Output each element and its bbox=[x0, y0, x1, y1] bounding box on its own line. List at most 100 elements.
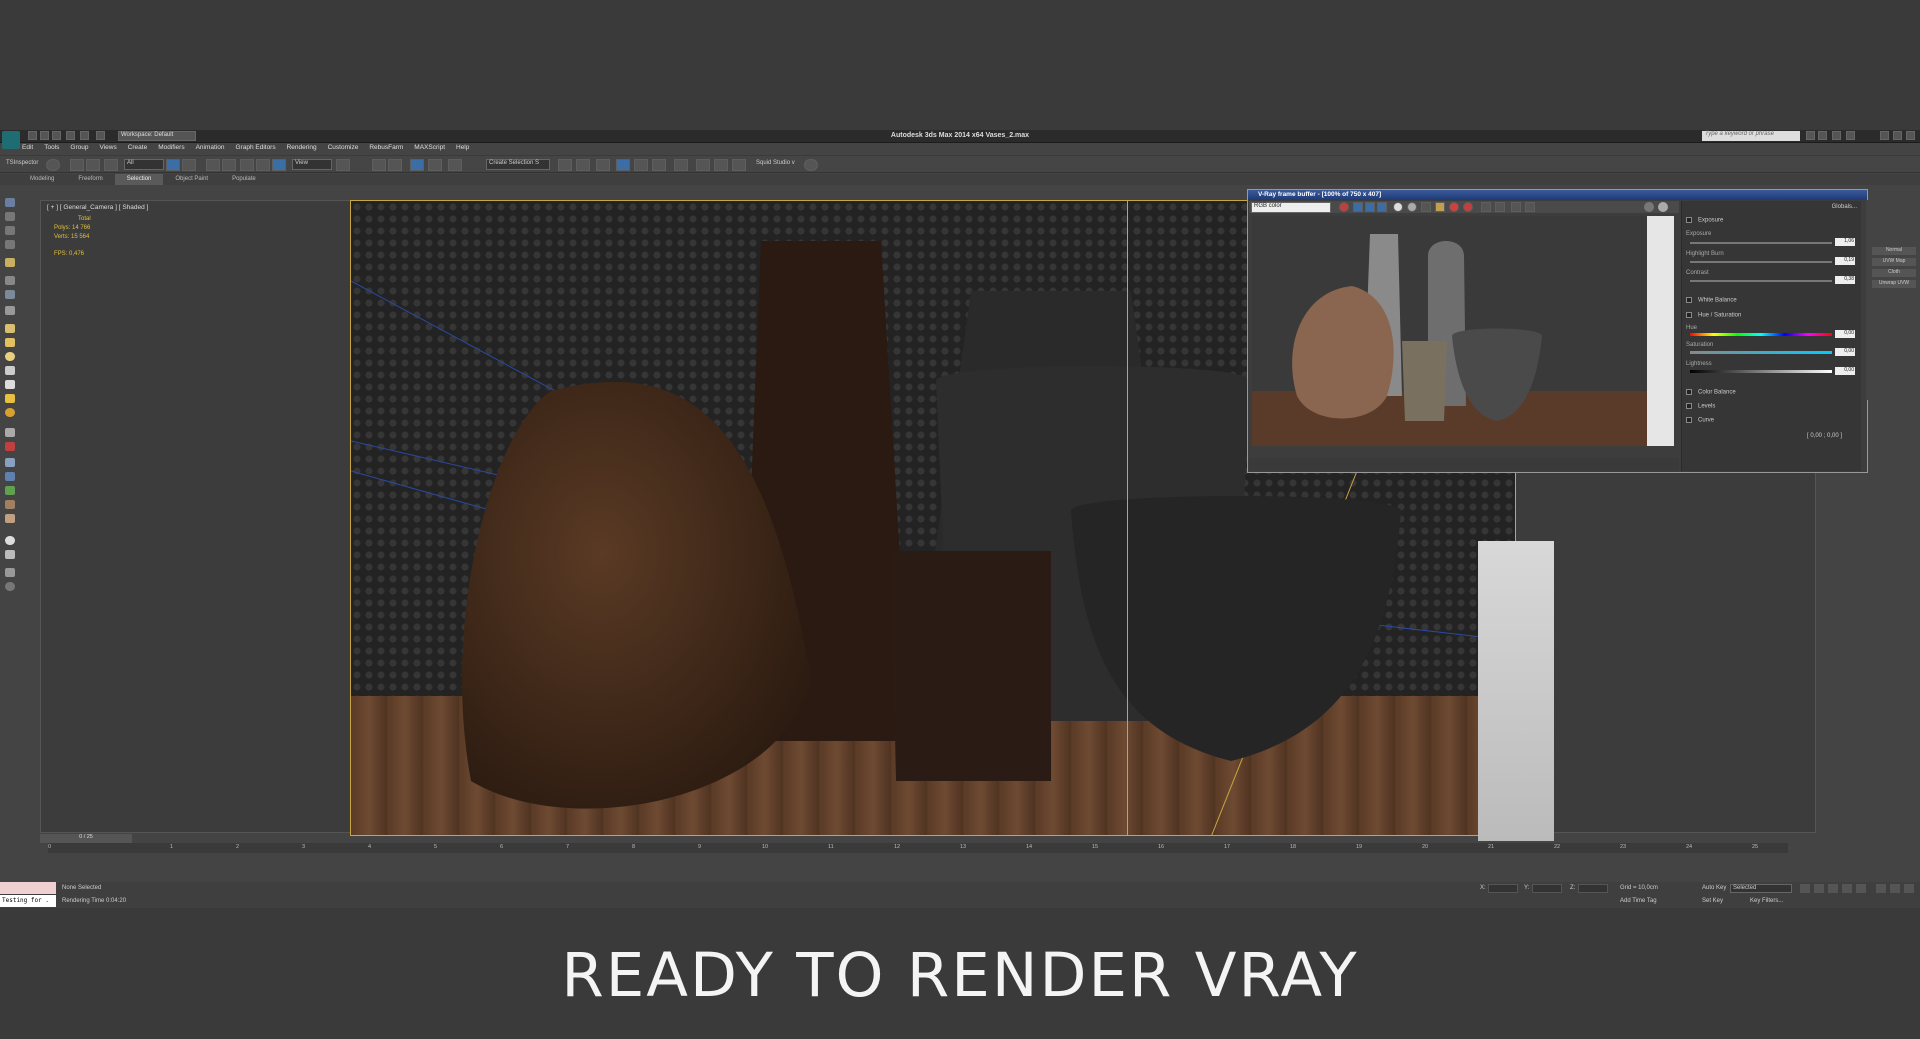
color-balance-section[interactable]: Color Balance bbox=[1686, 389, 1736, 396]
teapot-icon[interactable] bbox=[5, 366, 15, 375]
z-coordinate-field[interactable] bbox=[1578, 884, 1608, 893]
favorites-icon[interactable] bbox=[1832, 131, 1841, 140]
contrast-slider[interactable] bbox=[1690, 280, 1832, 282]
saturation-slider[interactable] bbox=[1690, 351, 1832, 354]
fur-icon[interactable] bbox=[5, 486, 15, 495]
alpha-channel-icon[interactable] bbox=[1393, 202, 1403, 212]
render-sphere-icon[interactable] bbox=[5, 536, 15, 545]
time-slider[interactable]: 0 / 25 bbox=[40, 834, 132, 843]
orbit-icon[interactable] bbox=[1890, 884, 1900, 893]
curve-section[interactable]: Curve bbox=[1686, 417, 1714, 424]
select-by-name-icon[interactable] bbox=[182, 159, 196, 171]
search-input[interactable]: Type a keyword or phrase bbox=[1702, 131, 1800, 141]
render-setup-icon[interactable] bbox=[696, 159, 710, 171]
pan-icon[interactable] bbox=[1904, 884, 1914, 893]
script-icon[interactable] bbox=[5, 568, 15, 577]
search-icon[interactable] bbox=[1806, 131, 1815, 140]
camera-icon[interactable] bbox=[5, 276, 15, 285]
tsinspector-icon[interactable] bbox=[46, 159, 60, 171]
auto-key-mode-dropdown[interactable]: Selected bbox=[1730, 884, 1792, 893]
menu-customize[interactable]: Customize bbox=[328, 144, 359, 154]
menu-tools[interactable]: Tools bbox=[44, 144, 59, 154]
levels-section[interactable]: Levels bbox=[1686, 403, 1715, 410]
selection-filter-dropdown[interactable]: All bbox=[124, 159, 164, 170]
hue-value[interactable]: 0,00 bbox=[1835, 330, 1855, 338]
lightness-slider[interactable] bbox=[1690, 370, 1832, 373]
exposure-section[interactable]: Exposure bbox=[1686, 217, 1723, 224]
tsinspector-label[interactable]: TSInspector bbox=[6, 160, 38, 166]
modifier-normal[interactable]: Normal bbox=[1872, 247, 1916, 255]
motion-icon[interactable] bbox=[5, 240, 15, 249]
maximize-icon[interactable] bbox=[1893, 131, 1902, 140]
spinner-snap-icon[interactable] bbox=[428, 159, 442, 171]
mono-icon[interactable] bbox=[1407, 202, 1417, 212]
help-icon[interactable] bbox=[1846, 131, 1855, 140]
white-balance-checkbox[interactable] bbox=[1686, 297, 1692, 303]
previous-frame-icon[interactable] bbox=[1814, 884, 1824, 893]
hue-saturation-checkbox[interactable] bbox=[1686, 312, 1692, 318]
graphite-tools-icon[interactable] bbox=[616, 159, 630, 171]
channel-dropdown[interactable]: RGB color bbox=[1251, 202, 1331, 213]
exposure-slider[interactable] bbox=[1690, 242, 1832, 244]
tab-object-paint[interactable]: Object Paint bbox=[163, 174, 220, 185]
menu-help[interactable]: Help bbox=[456, 144, 469, 154]
hue-saturation-section[interactable]: Hue / Saturation bbox=[1686, 312, 1741, 319]
move-icon[interactable] bbox=[240, 159, 254, 171]
go-to-start-icon[interactable] bbox=[1800, 884, 1810, 893]
displacement-icon[interactable] bbox=[5, 500, 15, 509]
white-balance-section[interactable]: White Balance bbox=[1686, 297, 1737, 304]
y-coordinate-field[interactable] bbox=[1532, 884, 1562, 893]
tab-populate[interactable]: Populate bbox=[220, 174, 268, 185]
light-icon[interactable] bbox=[5, 258, 15, 267]
region-render-icon[interactable] bbox=[1481, 202, 1491, 212]
display-correction-icon[interactable] bbox=[1658, 202, 1668, 212]
add-time-tag-button[interactable]: Add Time Tag bbox=[1620, 898, 1657, 904]
select-object-icon[interactable] bbox=[166, 159, 180, 171]
vray-frame-buffer-window[interactable]: V-Ray frame buffer - [100% of 750 x 407]… bbox=[1247, 189, 1868, 473]
display-icon[interactable] bbox=[5, 306, 15, 315]
align-icon[interactable] bbox=[576, 159, 590, 171]
red-channel-icon[interactable] bbox=[1353, 202, 1363, 212]
hue-slider[interactable] bbox=[1690, 333, 1832, 336]
saturation-value[interactable]: 0,00 bbox=[1835, 348, 1855, 356]
named-selection-icon[interactable] bbox=[448, 159, 462, 171]
brush-icon[interactable] bbox=[5, 442, 15, 451]
named-selection-sets-dropdown[interactable]: Create Selection S bbox=[486, 159, 550, 170]
x-coordinate-field[interactable] bbox=[1488, 884, 1518, 893]
sun-icon[interactable] bbox=[5, 394, 15, 403]
sky-icon[interactable] bbox=[5, 408, 15, 417]
squid-studio-icon[interactable] bbox=[804, 159, 818, 171]
maxscript-listener[interactable] bbox=[0, 882, 56, 894]
paint-icon[interactable] bbox=[5, 428, 15, 437]
squid-studio-label[interactable]: Squid Studio v bbox=[756, 160, 795, 166]
tab-freeform[interactable]: Freeform bbox=[66, 174, 114, 185]
geosphere-icon[interactable] bbox=[5, 338, 15, 347]
menu-views[interactable]: Views bbox=[99, 144, 116, 154]
angle-snap-icon[interactable] bbox=[388, 159, 402, 171]
tab-modeling[interactable]: Modeling bbox=[18, 174, 66, 185]
color-balance-checkbox[interactable] bbox=[1686, 389, 1692, 395]
render-icon[interactable] bbox=[1525, 202, 1535, 212]
auto-key-button[interactable]: Auto Key bbox=[1702, 885, 1726, 891]
modify-icon[interactable] bbox=[5, 212, 15, 221]
menu-rebusfarm[interactable]: RebusFarm bbox=[369, 144, 403, 154]
menu-create[interactable]: Create bbox=[128, 144, 148, 154]
green-channel-icon[interactable] bbox=[1365, 202, 1375, 212]
track-bar[interactable]: 0 1 2 3 4 5 6 7 8 9 10 11 12 13 14 15 16… bbox=[48, 843, 1788, 853]
render-production-icon[interactable] bbox=[732, 159, 746, 171]
percent-snap-icon[interactable] bbox=[410, 159, 424, 171]
schematic-view-icon[interactable] bbox=[652, 159, 666, 171]
key-filters-button[interactable]: Key Filters... bbox=[1750, 898, 1783, 904]
menu-modifiers[interactable]: Modifiers bbox=[158, 144, 184, 154]
highlight-burn-value[interactable]: 0,19 bbox=[1835, 257, 1855, 265]
zoom-icon[interactable] bbox=[1876, 884, 1886, 893]
spot-light-icon[interactable] bbox=[5, 380, 15, 389]
grid-icon[interactable] bbox=[5, 550, 15, 559]
blue-channel-icon[interactable] bbox=[1377, 202, 1387, 212]
color-corrections-icon[interactable] bbox=[1644, 202, 1654, 212]
set-key-button[interactable]: Set Key bbox=[1702, 898, 1723, 904]
layer-manager-icon[interactable] bbox=[596, 159, 610, 171]
help-circle-icon[interactable] bbox=[5, 582, 15, 591]
save-image-icon[interactable] bbox=[1339, 202, 1349, 212]
curve-editor-icon[interactable] bbox=[634, 159, 648, 171]
